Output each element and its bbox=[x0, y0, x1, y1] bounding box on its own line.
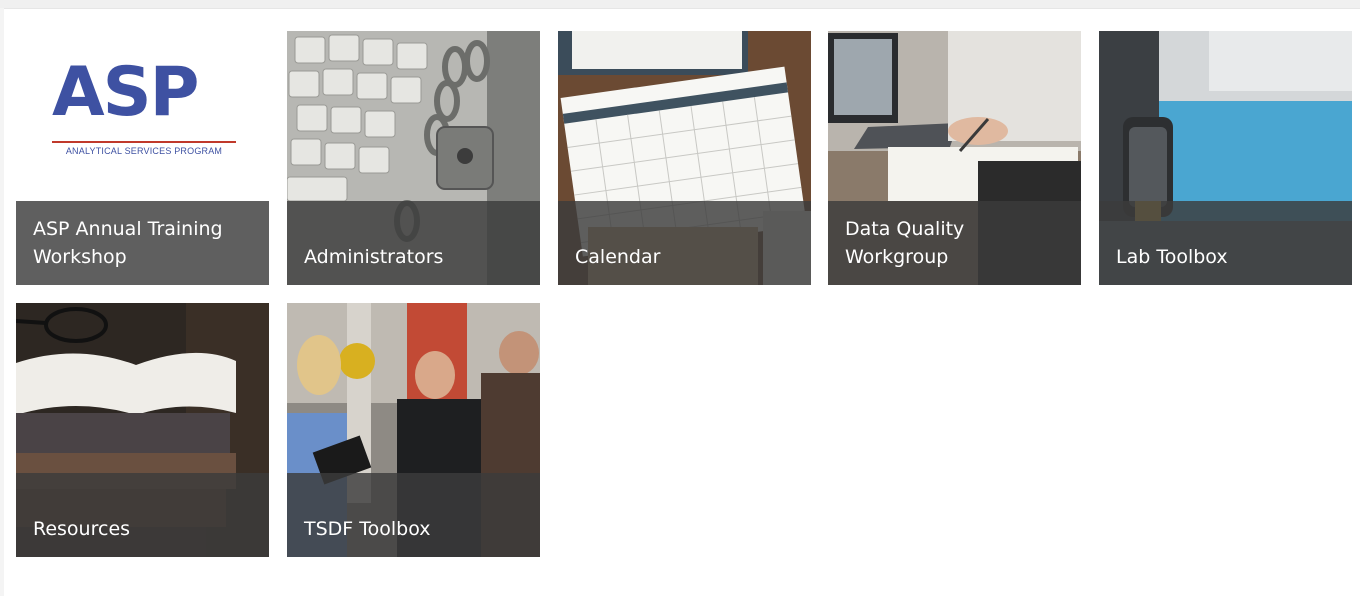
tile-label: Data Quality Workgroup bbox=[845, 218, 965, 268]
tile-caption: Calendar bbox=[558, 201, 811, 285]
tile-caption: Administrators bbox=[287, 201, 540, 285]
tile-resources[interactable]: Resources bbox=[16, 303, 269, 557]
tile-lab-toolbox[interactable]: Lab Toolbox bbox=[1099, 31, 1352, 285]
tile-caption: Data Quality Workgroup bbox=[828, 201, 1081, 285]
logo-divider bbox=[52, 141, 236, 143]
asp-logo-tagline: ANALYTICAL SERVICES PROGRAM bbox=[65, 146, 223, 156]
tile-caption: Resources bbox=[16, 473, 269, 557]
tile-label: ASP Annual Training Workshop bbox=[33, 218, 223, 268]
tile-caption: Lab Toolbox bbox=[1099, 201, 1352, 285]
top-bar bbox=[0, 0, 1360, 9]
tile-label: TSDF Toolbox bbox=[304, 518, 431, 540]
tile-asp-annual-training-workshop[interactable]: ASP ANALYTICAL SERVICES PROGRAM ASP Annu… bbox=[16, 31, 269, 285]
tile-caption: TSDF Toolbox bbox=[287, 473, 540, 557]
tile-label: Lab Toolbox bbox=[1116, 246, 1228, 268]
page-edge bbox=[0, 8, 4, 596]
tile-tsdf-toolbox[interactable]: TSDF Toolbox bbox=[287, 303, 540, 557]
tile-label: Administrators bbox=[304, 246, 444, 268]
tile-calendar[interactable]: Calendar bbox=[558, 31, 811, 285]
tile-data-quality-workgroup[interactable]: Data Quality Workgroup bbox=[828, 31, 1081, 285]
tile-administrators[interactable]: Administrators bbox=[287, 31, 540, 285]
tile-label: Resources bbox=[33, 518, 131, 540]
tile-label: Calendar bbox=[575, 246, 661, 268]
asp-logo-mark: ASP bbox=[52, 53, 199, 132]
tile-caption: ASP Annual Training Workshop bbox=[16, 201, 269, 285]
asp-logo-image: ASP ANALYTICAL SERVICES PROGRAM bbox=[16, 31, 269, 201]
